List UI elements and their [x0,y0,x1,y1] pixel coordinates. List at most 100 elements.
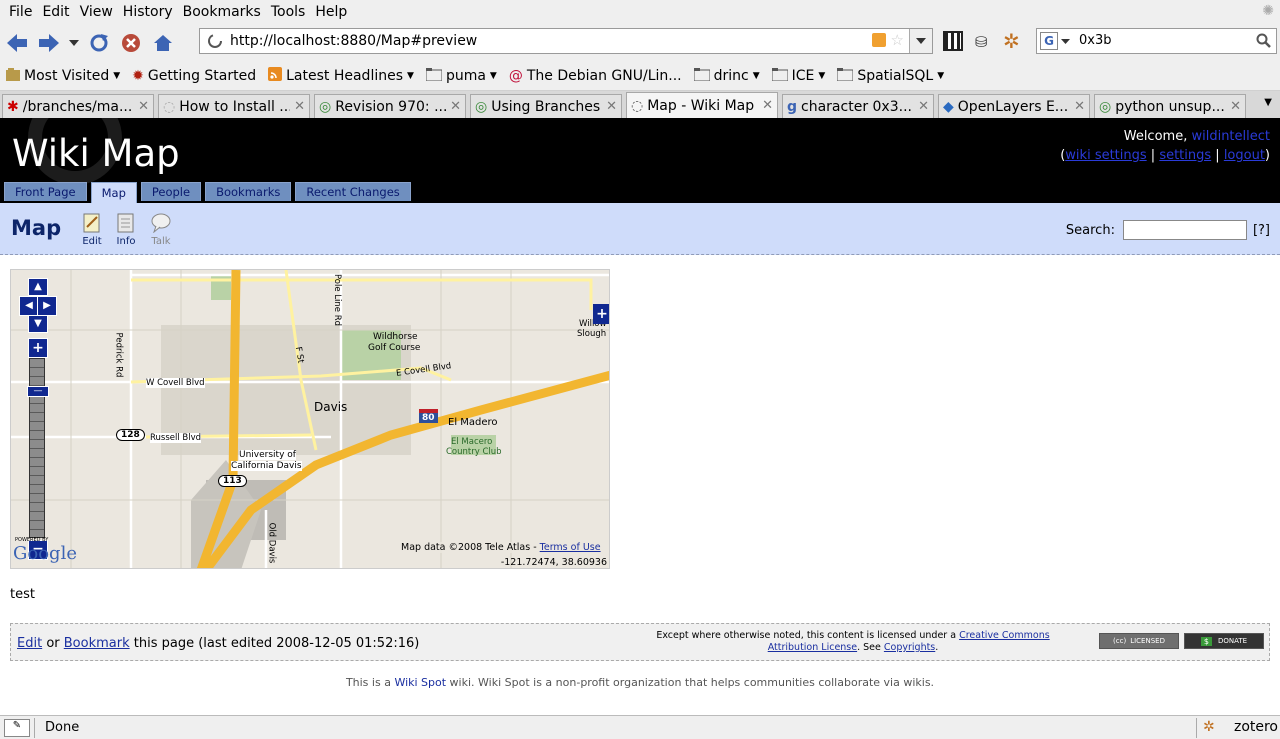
tab-how-to-install[interactable]: ◌ How to Install ... ✕ [158,94,310,118]
close-icon[interactable]: ✕ [294,99,305,114]
search-input[interactable] [1122,220,1247,240]
footer-or: or [42,636,64,651]
qr-addon-icon[interactable] [943,31,963,51]
close-icon[interactable]: ✕ [1074,99,1085,114]
page-footer: Edit or Bookmark this page (last edited … [10,623,1270,661]
page-favicon-icon: ◎ [319,98,332,115]
close-icon[interactable]: ✕ [138,99,149,114]
tab-list-button[interactable]: ▼ [1264,97,1272,108]
bookmark-getting-started[interactable]: ✹ Getting Started [132,68,256,84]
pan-left-button[interactable]: ◀ [19,296,39,316]
map-label-davis: Davis [314,400,348,414]
site-logo[interactable]: Wiki Map [12,132,180,175]
username-link[interactable]: wildintellect [1191,129,1270,144]
back-button[interactable] [2,28,32,58]
bookmark-ice[interactable]: ICE ▼ [771,67,825,85]
reload-button[interactable] [84,28,114,58]
tab-character-0x3[interactable]: g character 0x3... ✕ [782,94,934,118]
zoom-slider-handle[interactable]: — [27,386,49,397]
terms-of-use-link[interactable]: Terms of Use [540,542,601,553]
wikispot-link[interactable]: Wiki Spot [394,676,446,689]
zotero-button[interactable]: zotero [1234,719,1278,735]
talk-action[interactable]: Talk [150,213,172,247]
map-viewport[interactable]: Davis Wildhorse Golf Course W Covell Blv… [10,269,610,569]
back-arrow-icon [7,33,27,52]
footer-edit-info: Edit or Bookmark this page (last edited … [17,636,419,651]
firebug-status-icon[interactable]: ✲ [1203,719,1215,735]
menu-view[interactable]: View [80,4,113,20]
info-action[interactable]: Info [116,213,136,247]
search-engine-box[interactable]: G 0x3b [1036,28,1277,54]
wiki-settings-link[interactable]: wiki settings [1065,148,1146,163]
footer-bookmark-link[interactable]: Bookmark [64,636,130,651]
tab-map-wiki-map[interactable]: ◌ Map - Wiki Map ✕ [626,92,778,118]
map-label-ucd-2: California Davis [231,461,302,471]
donate-badge[interactable]: $ DONATE [1184,633,1264,649]
loading-spinner-icon: ◌ [631,97,644,114]
close-icon[interactable]: ✕ [918,99,929,114]
folder-icon [693,67,711,85]
tab-branches[interactable]: ✱/branches/ma... ✕ [2,94,154,118]
nav-front-page[interactable]: Front Page [4,182,87,201]
pan-down-button[interactable]: ▼ [28,315,48,333]
forward-button[interactable] [34,28,64,58]
map-label-el-macero-1: El Macero [451,437,493,447]
bookmark-drinc[interactable]: drinc ▼ [693,67,760,85]
stop-button[interactable] [116,28,146,58]
cc-licensed-badge[interactable]: (cc) LICENSED [1099,633,1179,649]
url-dropdown-button[interactable] [909,29,932,53]
copyrights-link[interactable]: Copyrights [884,642,935,653]
tab-revision-970[interactable]: ◎ Revision 970: ... ✕ [314,94,466,118]
navigation-toolbar: http://localhost:8880/Map#preview ☆ ⛁ ✲ … [0,23,1280,62]
edit-action[interactable]: Edit [82,213,102,247]
menu-history[interactable]: History [123,4,173,20]
stop-icon [122,33,140,52]
close-icon[interactable]: ✕ [450,99,461,114]
tab-openlayers[interactable]: ◆ OpenLayers E... ✕ [938,94,1090,118]
close-icon[interactable]: ✕ [606,99,617,114]
google-engine-icon[interactable]: G [1040,32,1058,50]
nav-map[interactable]: Map [90,182,137,203]
zoom-in-button[interactable]: + [28,338,48,358]
close-icon[interactable]: ✕ [762,98,773,113]
rss-feed-icon[interactable] [872,33,886,47]
menu-bookmarks[interactable]: Bookmarks [183,4,261,20]
firebug-icon[interactable]: ✲ [1003,29,1020,53]
url-bar[interactable]: http://localhost:8880/Map#preview ☆ [199,28,933,54]
menu-help[interactable]: Help [315,4,347,20]
menu-tools[interactable]: Tools [271,4,306,20]
tab-using-branches[interactable]: ◎ Using Branches ✕ [470,94,622,118]
bookmark-latest-headlines[interactable]: Latest Headlines ▼ [268,67,414,85]
pan-up-button[interactable]: ▲ [28,278,48,296]
tab-python-unsup[interactable]: ◎ python unsup... ✕ [1094,94,1246,118]
menu-file[interactable]: File [9,4,32,20]
zoom-slider-track[interactable] [29,358,45,538]
logout-link[interactable]: logout [1224,148,1265,163]
pan-right-button[interactable]: ▶ [37,296,57,316]
bookmark-star-icon[interactable]: ☆ [891,31,904,49]
home-button[interactable] [148,28,178,58]
nav-people[interactable]: People [140,182,202,201]
bookmark-label: ICE [791,68,815,84]
settings-link[interactable]: settings [1159,148,1211,163]
menu-edit[interactable]: Edit [42,4,69,20]
map-canvas[interactable] [11,270,610,569]
nav-recent-changes[interactable]: Recent Changes [295,182,411,201]
nav-bookmarks[interactable]: Bookmarks [205,182,292,201]
bookmark-spatialsql[interactable]: SpatialSQL ▼ [836,67,944,85]
footer-edit-link[interactable]: Edit [17,636,42,651]
wikispot-pre: This is a [345,676,395,689]
bookmark-most-visited[interactable]: Most Visited ▼ [6,67,120,85]
layer-switcher-button[interactable]: + [593,304,609,324]
magnifier-icon[interactable] [1256,33,1272,49]
database-addon-icon[interactable]: ⛁ [975,33,988,51]
bookmark-puma[interactable]: puma ▼ [425,67,497,85]
google-logo[interactable]: Google [13,543,77,564]
tab-title: Using Branches [491,98,601,115]
history-dropdown-button[interactable] [66,28,82,58]
search-help-link[interactable]: [?] [1253,223,1270,238]
bookmark-debian[interactable]: @ The Debian GNU/Lin... [509,68,682,84]
close-icon[interactable]: ✕ [1230,99,1241,114]
tab-title: Revision 970: ... [335,98,447,115]
license-see: . See [857,642,884,653]
